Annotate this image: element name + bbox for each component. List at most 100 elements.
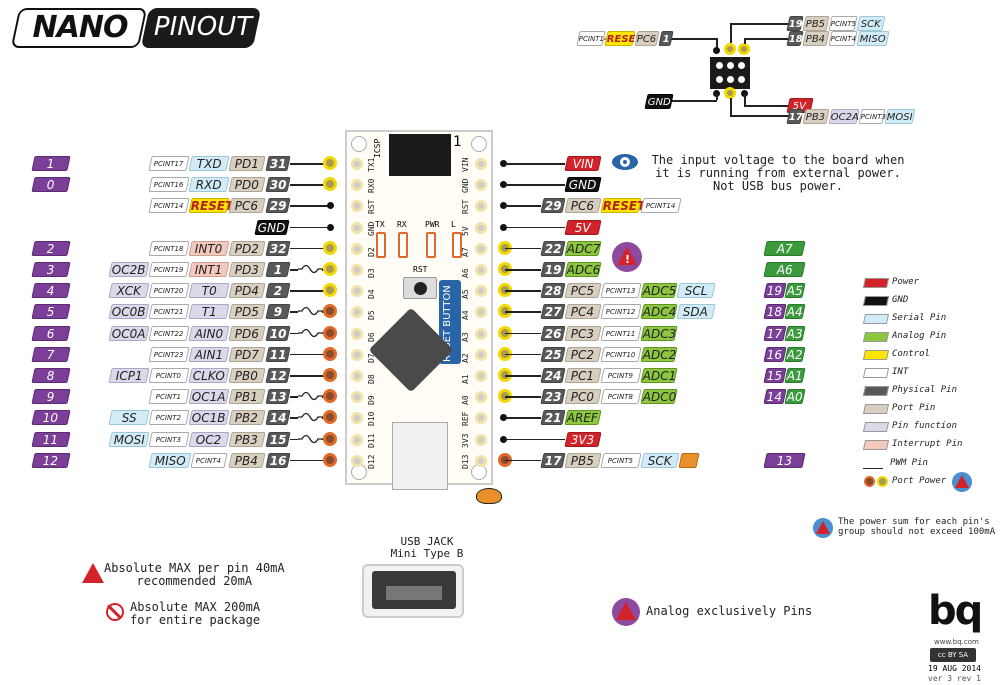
title-logo: NANO PINOUT [10, 6, 262, 50]
port-pin-label: PC5 [564, 283, 602, 299]
analog-label: ADC4 [640, 304, 678, 320]
board-header-pin [475, 306, 487, 319]
arduino-pin-label: 10 [31, 410, 71, 426]
legend-label: Port Pin [892, 403, 936, 413]
arduino-analog-label: A0 [784, 389, 806, 405]
pin-connector-line [505, 226, 565, 229]
port-power-orange-pin-icon [323, 304, 337, 319]
port-power-yellow-pin-icon [323, 283, 337, 298]
arduino-digital-label: 16 [763, 346, 787, 362]
legend-swatch [862, 278, 890, 288]
function-label: RXD [188, 177, 230, 193]
reset-button[interactable] [403, 277, 437, 299]
board-pin-label: D10 [367, 411, 376, 427]
function-label: AIN1 [188, 346, 230, 362]
title-nano: NANO [32, 10, 129, 45]
board-header-pin [475, 454, 487, 467]
arduino-analog-label: A5 [784, 283, 806, 299]
board-header-pin [351, 412, 363, 425]
title-pinout: PINOUT [153, 12, 253, 42]
board-pin-label: 5V [461, 225, 470, 236]
function-label: OC1B [188, 410, 230, 426]
max-package-note: Absolute MAX 200mA for entire package [130, 600, 261, 627]
board-header-pin [351, 221, 363, 234]
pwm-wave-icon [298, 413, 324, 422]
analog-label: ADC6 [564, 262, 602, 277]
physical-pin-label: 1 [265, 262, 291, 277]
legend-label: Physical Pin [892, 385, 958, 395]
legend-swatch [862, 350, 890, 360]
pcint-label: PCINT10 [600, 346, 642, 362]
board-header-pin [475, 242, 487, 255]
pcint-label: PCINT1 [148, 389, 190, 405]
board-pin-label: GND [461, 178, 470, 194]
usb-jack-label: USB JACK Mini Type B [390, 535, 464, 560]
analog-label: ADC5 [640, 283, 678, 299]
pin-connector-line [290, 417, 298, 419]
serial-function-label: SCK [640, 452, 680, 468]
pin-connector-line [505, 184, 565, 186]
physical-pin-label: 32 [265, 240, 291, 256]
legend-swatch [862, 422, 890, 432]
pin-connector-line [290, 438, 298, 441]
arduino-pin-label: 3 [31, 262, 71, 277]
control-label: RESET [600, 198, 645, 214]
port-power-orange-pin-icon [323, 431, 337, 446]
port-pin-label: PB3 [228, 431, 266, 447]
port-power-orange-pin-icon [323, 389, 337, 404]
legend-swatch [862, 440, 890, 450]
physical-pin-label: 28 [540, 283, 566, 299]
port-power-orange-pin-icon [323, 452, 337, 467]
arduino-pin-label: 7 [31, 346, 71, 362]
pcint-label: PCINT22 [148, 325, 190, 341]
port-power-yellow-pin-icon [323, 177, 337, 192]
pin-connector-line [290, 311, 298, 313]
eye-icon [612, 154, 638, 170]
alt-function-label: ICP1 [108, 368, 150, 383]
arduino-analog-label: A4 [784, 304, 806, 320]
power-label: VIN [564, 156, 602, 171]
legend-port-power-orange-icon [864, 476, 875, 487]
port-pin-label: PB5 [564, 452, 602, 468]
board-pin-label: D6 [367, 331, 376, 342]
gnd-label: GND [254, 219, 290, 235]
led-label: L [451, 220, 456, 229]
board-pin-label: D11 [367, 433, 376, 448]
port-pin-label: PC0 [564, 389, 602, 405]
function-label: TXD [188, 156, 230, 171]
alt-function-label: OC0B [108, 304, 150, 320]
board-pin-label: 3V3 [461, 433, 470, 448]
icsp-label: ICSP [373, 138, 382, 158]
max-pin-note: Absolute MAX per pin 40mA recommended 20… [104, 561, 285, 588]
board-header-pin [475, 433, 487, 446]
board-pin-label: A0 [461, 395, 470, 406]
no-entry-icon [106, 603, 124, 621]
port-power-orange-pin-icon [323, 325, 337, 340]
board-header-pin [351, 306, 363, 319]
function-label: CLKO [188, 368, 230, 383]
pcint-label: PCINT20 [148, 283, 190, 299]
analog-label: ADC0 [640, 389, 678, 405]
pcint-label: PCINT5 [600, 452, 642, 468]
board-pin-label: A2 [461, 353, 470, 363]
port-pin-label: PC6 [228, 198, 266, 214]
board-header-pin [351, 433, 363, 446]
board-header-pin [475, 348, 487, 361]
pin-connector-line [505, 290, 541, 292]
led-label: TX [375, 220, 385, 229]
pin-connector-line [505, 332, 541, 335]
arduino-digital-label: 13 [763, 452, 806, 468]
board-pin-label: D4 [367, 289, 376, 300]
board-header-pin [475, 391, 487, 404]
physical-pin-label: 2 [265, 283, 291, 299]
port-pin-label: PD4 [228, 283, 266, 299]
power-label: 3V3 [564, 431, 602, 447]
board-pin-label: A3 [461, 331, 470, 342]
pwm-wave-icon [298, 434, 324, 443]
pcint-label: PCINT9 [600, 368, 642, 383]
pcint-label: PCINT12 [600, 304, 642, 320]
physical-pin-label: 27 [540, 304, 566, 320]
led-label: RX [397, 220, 407, 229]
arduino-pin-label: 6 [31, 325, 71, 341]
legend-swatch [862, 404, 890, 414]
